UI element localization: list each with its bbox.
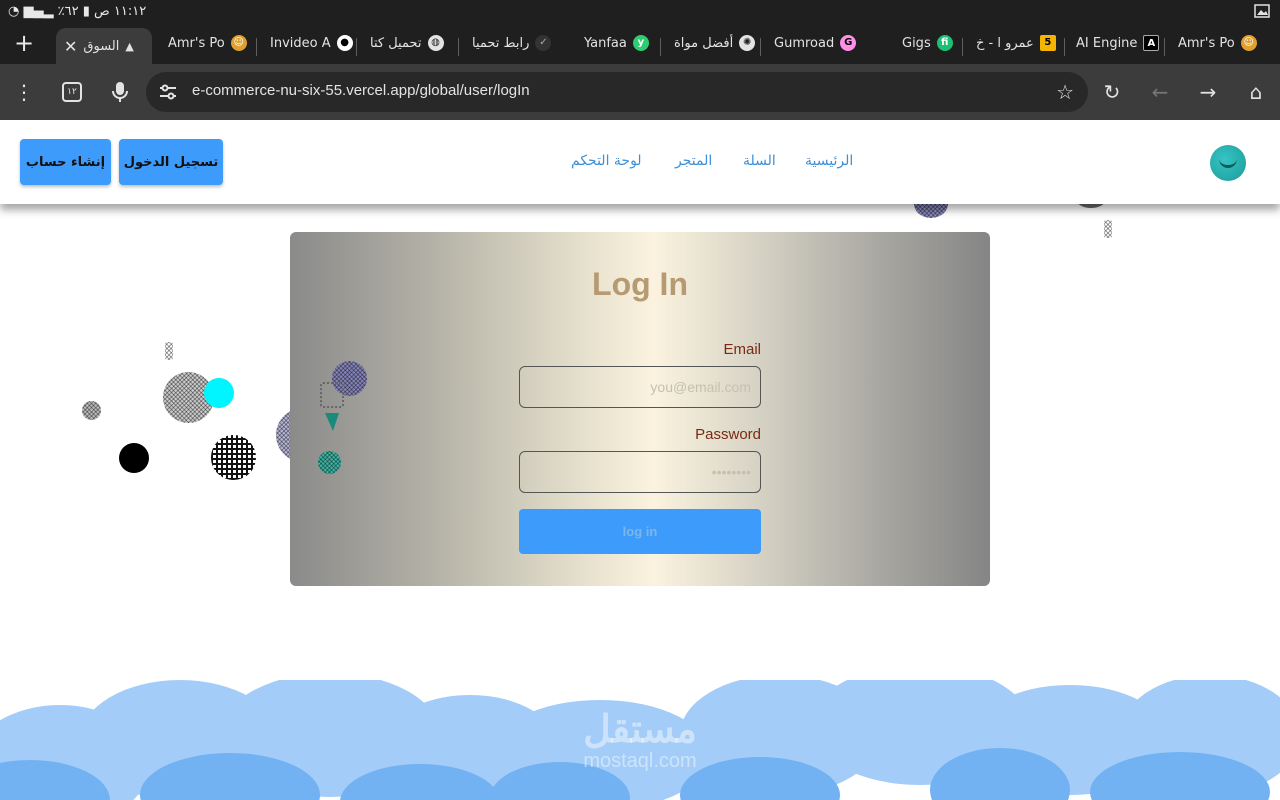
tab-active[interactable]: ✕ السوق ▲: [56, 28, 152, 64]
avatar-icon: ☺: [230, 35, 247, 51]
gumroad-icon: G: [840, 35, 856, 51]
tab-label: رابط تحميا: [472, 35, 530, 51]
tab-strip: + ✕ السوق ▲ Amr's Po ☺ Invideo A ● تحميل…: [0, 24, 1280, 64]
tab[interactable]: Gigs fi: [894, 26, 958, 60]
number5-icon: 5: [1039, 35, 1056, 51]
watermark-logo: مستقل mostaql.com: [560, 710, 720, 772]
decor-circle: [204, 378, 234, 408]
microphone-icon[interactable]: [106, 78, 134, 106]
signal-icon: ▂▄▆: [23, 4, 54, 19]
avatar-icon: ☺: [1240, 35, 1257, 51]
tab-label: عمرو ا - خ: [976, 35, 1034, 51]
login-title: Log In: [592, 266, 688, 302]
web-page: إنشاء حساب تسجيل الدخول لوحة التحكم المت…: [0, 120, 1280, 800]
nav-link-dashboard[interactable]: لوحة التحكم: [571, 153, 642, 169]
new-tab-button[interactable]: +: [10, 30, 38, 58]
shield-icon: ✓: [535, 35, 552, 51]
forward-icon[interactable]: →: [1194, 78, 1222, 106]
nav-link-home[interactable]: الرئيسية: [805, 153, 853, 169]
login-submit-button[interactable]: log in: [519, 509, 761, 554]
decor-circle: [82, 401, 101, 420]
reload-icon[interactable]: ↻: [1098, 78, 1126, 106]
watermark-url: mostaql.com: [583, 750, 697, 772]
tab[interactable]: تحميل كتا ◍: [362, 26, 454, 60]
tab[interactable]: رابط تحميا ✓: [464, 26, 554, 60]
tab-label: Amr's Po: [1178, 35, 1235, 51]
decor-triangle: [325, 413, 339, 431]
decor-circle: [318, 451, 341, 474]
more-menu-icon[interactable]: ⋮: [10, 78, 38, 106]
tab-label: Amr's Po: [168, 35, 225, 51]
close-tab-icon[interactable]: ✕: [64, 37, 77, 56]
nav-link-cart[interactable]: السلة: [743, 153, 776, 169]
tab[interactable]: Amr's Po ☺: [160, 26, 256, 60]
yanfaa-icon: y: [632, 35, 649, 51]
login-button[interactable]: تسجيل الدخول: [119, 139, 223, 185]
site-header: إنشاء حساب تسجيل الدخول لوحة التحكم المت…: [0, 120, 1280, 204]
triangle-icon: ▲: [125, 39, 134, 53]
wifi-icon: ◔: [8, 4, 20, 19]
tab-count-button[interactable]: ١٢: [62, 82, 82, 102]
signup-button[interactable]: إنشاء حساب: [20, 139, 111, 185]
battery-icon: ▮: [82, 4, 90, 19]
bookmark-star-icon[interactable]: ☆: [1056, 80, 1074, 104]
tab-label: السوق: [83, 38, 120, 54]
decor-circle: [119, 443, 149, 473]
home-icon[interactable]: ⌂: [1242, 78, 1270, 106]
tab-label: أفضل مواة: [674, 35, 734, 51]
tab-label: Invideo A: [270, 35, 331, 51]
watermark-arabic: مستقل: [583, 709, 697, 751]
decor-squiggle: [165, 342, 173, 360]
system-status-bar: ١١:١٢ ص ▮ ٦٢٪ ▂▄▆ ◔: [0, 0, 1280, 24]
email-label: Email: [723, 341, 761, 358]
tab-label: Gumroad: [774, 35, 835, 51]
login-card: Log In Email Password log in: [290, 232, 990, 586]
invideo-icon: ●: [336, 35, 353, 51]
password-field[interactable]: [519, 451, 761, 493]
status-time: ١١:١٢ ص: [94, 4, 147, 19]
back-icon[interactable]: ←: [1146, 78, 1174, 106]
fiverr-icon: fi: [936, 35, 953, 51]
tab[interactable]: Yanfaa y: [576, 26, 656, 60]
tab[interactable]: Gumroad G: [766, 26, 856, 60]
tab[interactable]: عمرو ا - خ 5: [968, 26, 1060, 60]
aiengine-icon: A: [1143, 35, 1160, 51]
status-left: ١١:١٢ ص ▮ ٦٢٪ ▂▄▆ ◔: [8, 4, 146, 19]
tab[interactable]: Invideo A ●: [262, 26, 354, 60]
tab-label: AI Engine: [1076, 35, 1138, 51]
url-text[interactable]: e-commerce-nu-six-55.vercel.app/global/u…: [192, 82, 530, 99]
tab-label: تحميل كتا: [370, 35, 422, 51]
decor-squiggle: [1104, 220, 1112, 238]
tab[interactable]: Amr's Po ☺: [1170, 26, 1266, 60]
status-right: [1254, 3, 1270, 19]
decor-squiggle: [320, 382, 344, 408]
tab-label: Yanfaa: [584, 35, 627, 51]
gallery-icon: [1254, 3, 1270, 19]
globe-icon: ◍: [427, 35, 444, 51]
address-bar[interactable]: e-commerce-nu-six-55.vercel.app/global/u…: [146, 72, 1088, 112]
openai-icon: ✺: [739, 35, 756, 51]
password-label: Password: [695, 426, 761, 443]
decor-circle: [211, 435, 256, 480]
site-settings-icon[interactable]: [158, 82, 178, 102]
nav-link-store[interactable]: المتجر: [675, 153, 712, 169]
email-field[interactable]: [519, 366, 761, 408]
tab[interactable]: AI Engine A: [1068, 26, 1160, 60]
site-logo-icon[interactable]: [1210, 145, 1246, 181]
tab-label: Gigs: [902, 35, 931, 51]
battery-level: ٦٢٪: [57, 4, 79, 19]
browser-toolbar: ⋮ ١٢ e-commerce-nu-six-55.vercel.app/glo…: [0, 64, 1280, 120]
tab[interactable]: أفضل مواة ✺: [666, 26, 756, 60]
